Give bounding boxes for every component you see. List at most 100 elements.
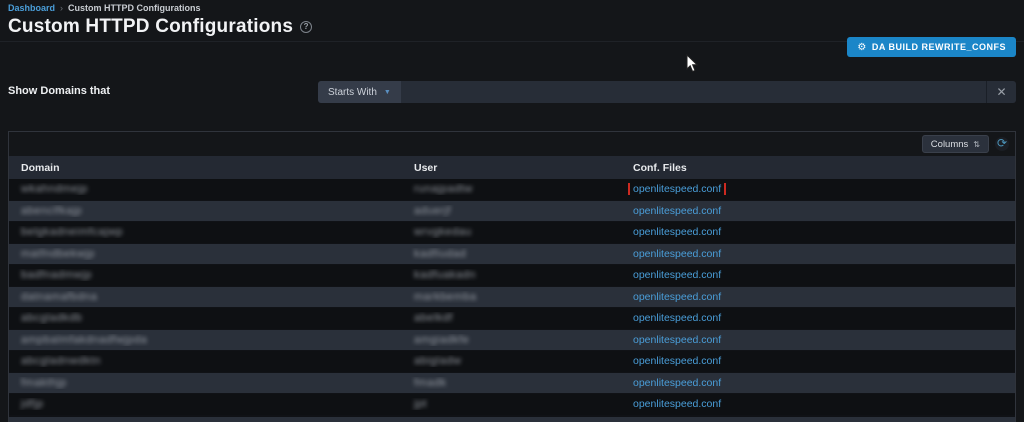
user-cell-text: runajpadtw — [414, 183, 473, 195]
domain-filter-input[interactable] — [401, 81, 986, 103]
conf-files-cell: openlitespeed.conf — [621, 355, 1015, 367]
domain-cell-text: fmakthjp — [21, 377, 67, 389]
filter-group: Starts With ▼ ✕ — [318, 81, 1016, 103]
breadcrumb-separator-icon: › — [60, 3, 63, 13]
column-header-user[interactable]: User — [402, 162, 621, 174]
title-row: Custom HTTPD Configurations ? — [8, 16, 312, 38]
conf-file-link[interactable]: openlitespeed.conf — [633, 334, 721, 346]
domain-cell: jdfjp — [9, 398, 402, 410]
table-row: fmakthjp fmadk openlitespeed.conf — [9, 373, 1015, 395]
domain-cell: matfndbekwjp — [9, 248, 402, 260]
conf-files-cell: openlitespeed.conf — [621, 205, 1015, 217]
breadcrumb-current: Custom HTTPD Configurations — [68, 3, 201, 13]
action-button-label: DA BUILD REWRITE_CONFS — [872, 42, 1006, 52]
match-type-dropdown[interactable]: Starts With ▼ — [318, 81, 401, 103]
column-header-domain[interactable]: Domain — [9, 162, 402, 174]
conf-file-link[interactable]: openlitespeed.conf — [633, 205, 721, 217]
user-cell-text: fmadk — [414, 377, 446, 389]
breadcrumb-dashboard-link[interactable]: Dashboard — [8, 3, 55, 13]
user-cell-text: abelkdf — [414, 312, 453, 324]
user-cell: abelkdf — [402, 312, 621, 324]
domain-cell-text: datnamafbdna — [21, 291, 97, 303]
user-cell-text: wrvgkedau — [414, 226, 472, 238]
conf-file-link[interactable]: openlitespeed.conf — [633, 398, 721, 410]
conf-file-link[interactable]: openlitespeed.conf — [633, 269, 721, 281]
conf-files-cell: openlitespeed.conf — [621, 291, 1015, 303]
domain-cell-text: abenclfkajp — [21, 205, 82, 217]
table-row: ampbalmfakdnadfwjpda amgiadkfe openlites… — [9, 330, 1015, 352]
table-row: matfndbekwjp kadfiudad openlitespeed.con… — [9, 244, 1015, 266]
help-icon[interactable]: ? — [300, 21, 312, 33]
user-cell: amgiadkfe — [402, 334, 621, 346]
domain-cell: wkahndmejp — [9, 183, 402, 195]
table-row: abcgladnwdktn abigladw openlitespeed.con… — [9, 351, 1015, 373]
user-cell: fmadk — [402, 377, 621, 389]
conf-file-link[interactable]: openlitespeed.conf — [633, 248, 721, 260]
domain-cell: ampbalmfakdnadfwjpda — [9, 334, 402, 346]
domain-cell: fmakthjp — [9, 377, 402, 389]
domain-cell-text: belgkadneimfcajwp — [21, 226, 123, 238]
conf-files-cell: openlitespeed.conf — [621, 183, 1015, 195]
user-cell-text: kadfuakadn — [414, 269, 476, 281]
columns-button-label: Columns — [931, 139, 969, 150]
domain-cell-text: abcgladnwdktn — [21, 355, 101, 367]
columns-button[interactable]: Columns ⇅ — [922, 135, 989, 153]
user-cell-text: amgiadkfe — [414, 334, 469, 346]
table-row: belgkadneimfcajwp wrvgkedau openlitespee… — [9, 222, 1015, 244]
table-row: jdfjp jpt openlitespeed.conf — [9, 394, 1015, 416]
refresh-icon[interactable]: ⟳ — [995, 137, 1009, 151]
mouse-cursor — [686, 54, 699, 73]
domain-cell-text: badfnadmwjp — [21, 269, 92, 281]
conf-file-link[interactable]: openlitespeed.conf — [633, 183, 721, 195]
domain-cell-text: wkahndmejp — [21, 183, 88, 195]
table-row: wkahndmejp runajpadtw openlitespeed.conf — [9, 179, 1015, 201]
gear-icon: ⚙ — [857, 42, 866, 53]
user-cell: markbemba — [402, 291, 621, 303]
user-cell-text: aduerjf — [414, 205, 451, 217]
match-type-value: Starts With — [328, 87, 377, 98]
close-icon: ✕ — [996, 85, 1006, 99]
table-row: abcgladkdb abelkdf openlitespeed.conf — [9, 308, 1015, 330]
da-build-rewrite-confs-button[interactable]: ⚙ DA BUILD REWRITE_CONFS — [847, 37, 1016, 57]
conf-files-cell: openlitespeed.conf — [621, 334, 1015, 346]
table-row: datnamafbdna markbemba openlitespeed.con… — [9, 287, 1015, 309]
clear-filter-button[interactable]: ✕ — [986, 81, 1016, 103]
domain-cell: belgkadneimfcajwp — [9, 226, 402, 238]
user-cell: jpt — [402, 398, 621, 410]
domain-cell: abenclfkajp — [9, 205, 402, 217]
table-panel: Columns ⇅ ⟳ Domain User Conf. Files wkah… — [8, 131, 1016, 422]
chevron-updown-icon: ⇅ — [973, 140, 980, 149]
user-cell: aduerjf — [402, 205, 621, 217]
conf-files-cell: openlitespeed.conf — [621, 377, 1015, 389]
breadcrumb: Dashboard › Custom HTTPD Configurations — [8, 3, 201, 13]
user-cell: wrvgkedau — [402, 226, 621, 238]
user-cell: kadfuakadn — [402, 269, 621, 281]
user-cell: runajpadtw — [402, 183, 621, 195]
conf-files-cell: openlitespeed.conf — [621, 312, 1015, 324]
user-cell: kadfiudad — [402, 248, 621, 260]
user-cell-text: kadfiudad — [414, 248, 466, 260]
conf-file-link[interactable]: openlitespeed.conf — [633, 377, 721, 389]
conf-files-cell: openlitespeed.conf — [621, 248, 1015, 260]
page: Dashboard › Custom HTTPD Configurations … — [0, 0, 1024, 422]
domain-cell-text: ampbalmfakdnadfwjpda — [21, 334, 147, 346]
table-row-partial — [9, 416, 1015, 422]
conf-file-link[interactable]: openlitespeed.conf — [633, 312, 721, 324]
filter-label: Show Domains that — [8, 85, 110, 97]
user-cell-text: abigladw — [414, 355, 461, 367]
domain-cell: datnamafbdna — [9, 291, 402, 303]
column-header-conf-files[interactable]: Conf. Files — [621, 162, 1015, 174]
page-title: Custom HTTPD Configurations — [8, 16, 293, 38]
table-row: abenclfkajp aduerjf openlitespeed.conf — [9, 201, 1015, 223]
table-body: wkahndmejp runajpadtw openlitespeed.conf… — [9, 179, 1015, 416]
table-header-row: Domain User Conf. Files — [9, 156, 1015, 179]
table-toolbar: Columns ⇅ ⟳ — [9, 132, 1015, 156]
conf-file-link[interactable]: openlitespeed.conf — [633, 291, 721, 303]
user-cell-text: jpt — [414, 398, 427, 410]
conf-file-link[interactable]: openlitespeed.conf — [633, 355, 721, 367]
conf-files-cell: openlitespeed.conf — [621, 226, 1015, 238]
conf-files-cell: openlitespeed.conf — [621, 269, 1015, 281]
conf-file-link[interactable]: openlitespeed.conf — [633, 226, 721, 238]
domain-cell: abcgladkdb — [9, 312, 402, 324]
domain-cell-text: matfndbekwjp — [21, 248, 95, 260]
